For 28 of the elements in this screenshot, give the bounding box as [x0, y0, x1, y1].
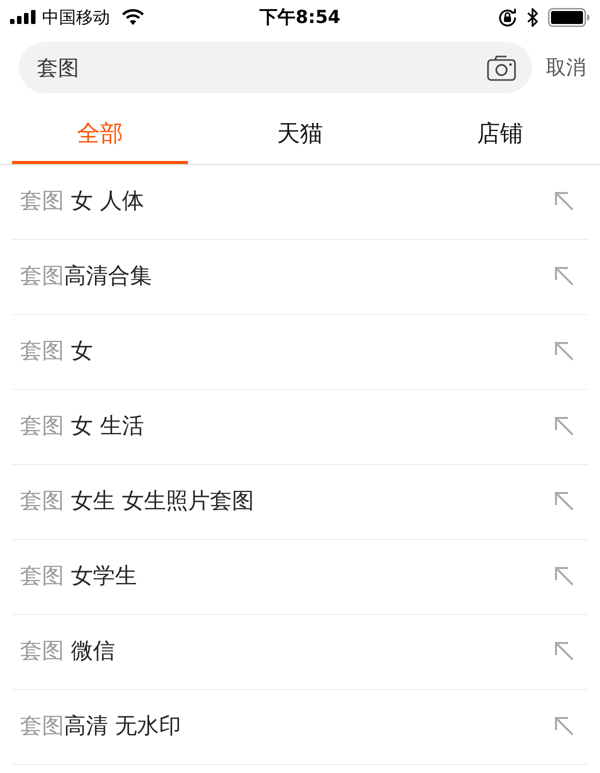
arrow-up-left-icon[interactable]: [554, 266, 574, 286]
rotation-lock-icon: [498, 8, 517, 26]
arrow-up-left-icon[interactable]: [554, 566, 574, 586]
arrow-up-left-icon[interactable]: [554, 641, 574, 661]
suggestion-item[interactable]: 套图 女学生: [20, 561, 137, 591]
arrow-up-left-icon[interactable]: [554, 416, 574, 436]
arrow-up-left-icon[interactable]: [554, 191, 574, 211]
battery-icon: [548, 8, 590, 26]
suggestion-item[interactable]: 套图 微信: [20, 636, 115, 666]
signal-icon: [10, 10, 36, 24]
suggestion-item[interactable]: 套图 女 生活: [20, 411, 144, 441]
suggestion-item[interactable]: 套图高清合集: [20, 261, 152, 291]
cancel-button[interactable]: 取消: [546, 54, 586, 81]
arrow-up-left-icon[interactable]: [554, 491, 574, 511]
suggestion-item[interactable]: 套图 女生 女生照片套图: [20, 486, 254, 516]
camera-icon[interactable]: [487, 54, 516, 80]
suggestion-item[interactable]: 套图高清 无水印: [20, 711, 181, 741]
wifi-icon: [122, 9, 144, 25]
carrier-name: 中国移动: [42, 6, 110, 28]
suggestion-item[interactable]: 套图 女: [20, 336, 93, 366]
bluetooth-icon: [527, 8, 538, 26]
tab[interactable]: 天猫: [212, 105, 388, 164]
suggestion-item[interactable]: 套图 女 人体: [20, 186, 144, 216]
status-time: 下午8:54: [260, 6, 340, 29]
arrow-up-left-icon[interactable]: [554, 341, 574, 361]
arrow-up-left-icon[interactable]: [554, 716, 574, 736]
tab[interactable]: 店铺: [412, 105, 588, 164]
search-field[interactable]: 套图: [19, 42, 532, 93]
